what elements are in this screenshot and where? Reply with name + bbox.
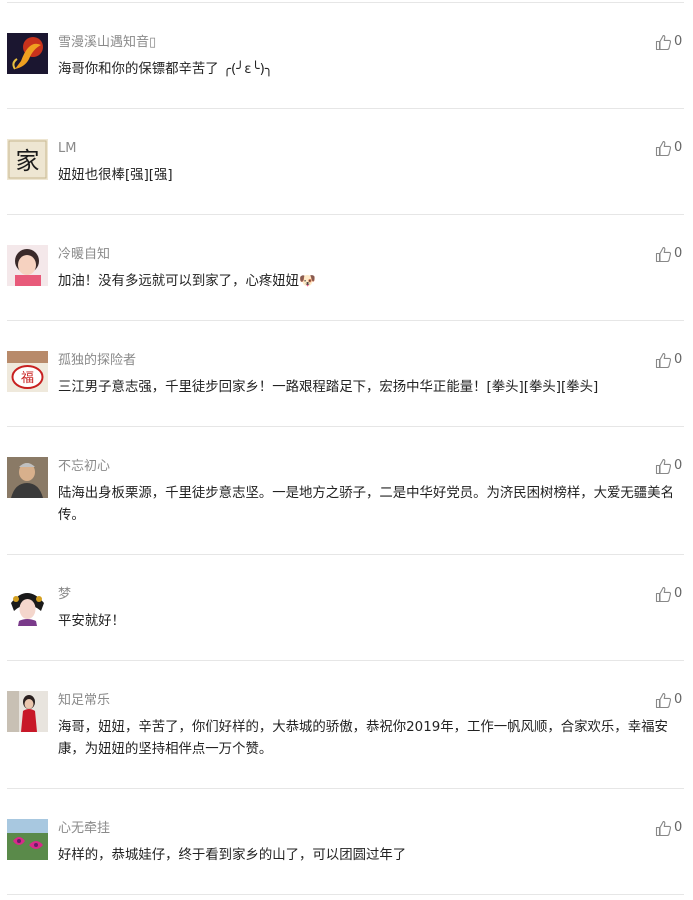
like-count: 0	[674, 692, 683, 707]
calligraphy-jia-avatar[interactable]: 家	[7, 139, 48, 180]
comment-text: 妞妞也很棒[强][强]	[58, 168, 173, 183]
like-count: 0	[674, 140, 683, 155]
opera-avatar[interactable]	[7, 585, 48, 626]
thumbs-up-icon	[655, 692, 672, 709]
like-button[interactable]: 0	[655, 245, 682, 263]
man-avatar[interactable]	[7, 457, 48, 498]
comment-username[interactable]: 雪漫溪山遇知音▯	[58, 35, 156, 51]
comment-username[interactable]: 不忘初心	[58, 459, 110, 475]
thumbs-up-icon	[655, 458, 672, 475]
like-count: 0	[674, 352, 683, 367]
like-count: 0	[674, 34, 683, 49]
thumbs-up-icon	[655, 140, 672, 157]
woman-avatar[interactable]	[7, 691, 48, 732]
svg-text:家: 家	[16, 147, 40, 175]
child-avatar[interactable]	[7, 245, 48, 286]
comment-username[interactable]: 知足常乐	[58, 693, 110, 709]
thumbs-up-icon	[655, 246, 672, 263]
thumbs-up-icon	[655, 820, 672, 837]
divider	[7, 554, 684, 555]
divider	[7, 108, 684, 109]
thumbs-up-icon	[655, 34, 672, 51]
thumbs-up-icon	[655, 586, 672, 603]
like-button[interactable]: 0	[655, 691, 682, 709]
divider	[7, 660, 684, 661]
divider	[7, 214, 684, 215]
svg-text:福: 福	[21, 371, 34, 386]
comment-text: 海哥，妞妞，辛苦了，你们好样的，大恭城的骄傲，恭祝你2019年，工作一帆风顺，合…	[58, 720, 668, 757]
divider	[7, 2, 684, 3]
like-button[interactable]: 0	[655, 457, 682, 475]
divider	[7, 426, 684, 427]
like-button[interactable]: 0	[655, 351, 682, 369]
comment-username[interactable]: 冷暖自知	[58, 247, 110, 263]
comment-text: 好样的，恭城娃仔，终于看到家乡的山了，可以团圆过年了	[58, 848, 407, 863]
flower-avatar[interactable]	[7, 819, 48, 860]
comment-text: 陆海出身板栗源，千里徒步意志坚。一是地方之骄子，二是中华好党员。为济民困树榜样，…	[58, 486, 674, 523]
comment-username[interactable]: 心无牵挂	[58, 821, 110, 837]
like-button[interactable]: 0	[655, 33, 682, 51]
comment-text: 平安就好！	[58, 614, 125, 629]
like-count: 0	[674, 586, 683, 601]
comment-username[interactable]: 梦	[58, 587, 71, 603]
like-count: 0	[674, 458, 683, 473]
comment-text: 三江男子意志强，千里徒步回家乡！一路艰程踏足下，宏扬中华正能量！[拳头][拳头]…	[58, 380, 599, 395]
comment-username[interactable]: 孤独的探险者	[58, 353, 136, 369]
like-count: 0	[674, 820, 683, 835]
like-button[interactable]: 0	[655, 819, 682, 837]
fish-avatar[interactable]	[7, 33, 48, 74]
divider	[7, 320, 684, 321]
like-button[interactable]: 0	[655, 585, 682, 603]
comment-username[interactable]: LM	[58, 141, 76, 157]
thumbs-up-icon	[655, 352, 672, 369]
like-button[interactable]: 0	[655, 139, 682, 157]
divider	[7, 788, 684, 789]
fu-avatar[interactable]: 福	[7, 351, 48, 392]
comment-text: 海哥你和你的保镖都辛苦了 ╭(╯ε╰)╮	[58, 62, 273, 77]
like-count: 0	[674, 246, 683, 261]
divider	[7, 894, 684, 895]
comment-text: 加油！没有多远就可以到家了，心疼妞妞🐶	[58, 274, 316, 289]
